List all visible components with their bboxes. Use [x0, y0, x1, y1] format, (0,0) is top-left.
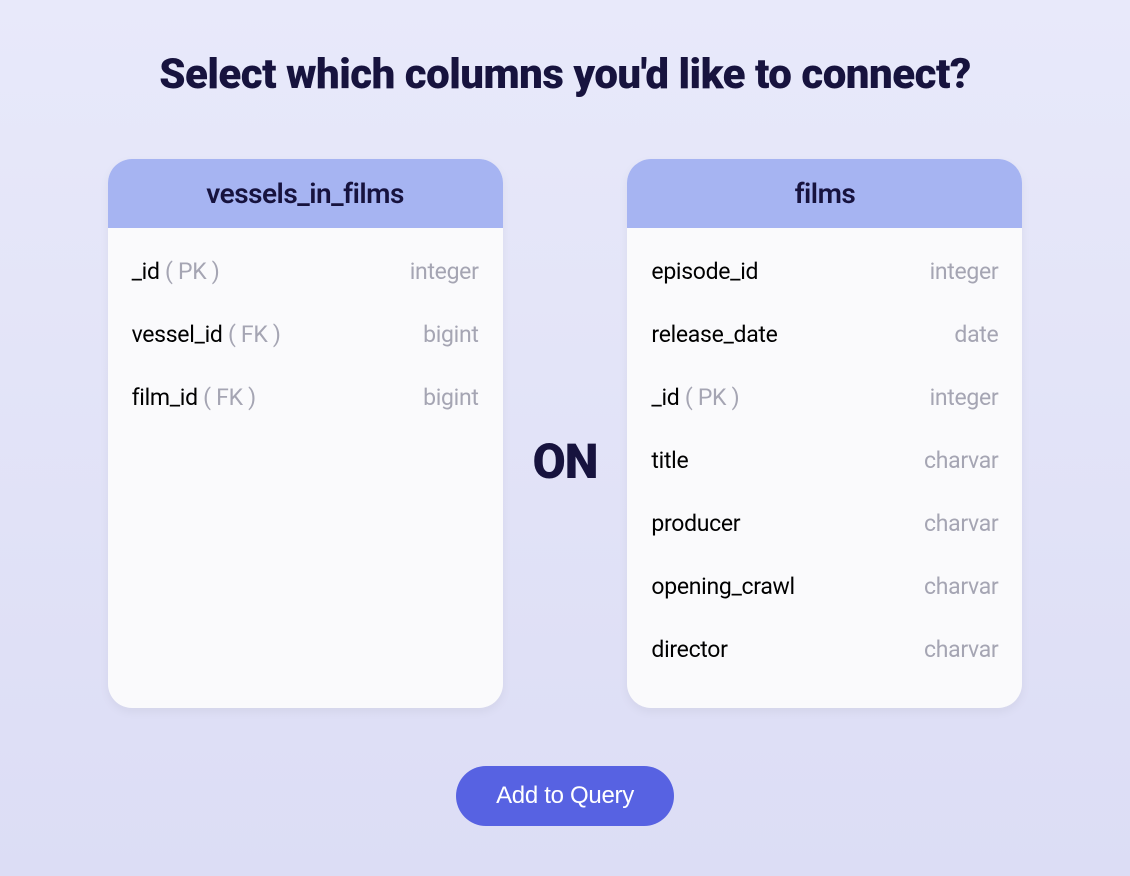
cards-container: vessels_in_films _id ( PK ) integer vessel…	[40, 159, 1090, 708]
column-key-label: ( PK )	[679, 384, 739, 411]
column-row[interactable]: release_date date	[651, 303, 998, 366]
right-table-body: episode_idintegerrelease_datedate_id ( P…	[627, 228, 1022, 708]
column-row[interactable]: vessel_id ( FK ) bigint	[132, 303, 479, 366]
column-name: _id ( PK )	[651, 384, 739, 411]
column-name: title	[651, 447, 688, 474]
column-type: charvar	[924, 636, 998, 663]
column-name-text: title	[651, 447, 688, 474]
column-row[interactable]: opening_crawl charvar	[651, 555, 998, 618]
column-key-label: ( FK )	[198, 384, 256, 411]
column-key-label: ( PK )	[160, 258, 220, 285]
column-name-text: director	[651, 636, 727, 663]
column-type: integer	[410, 258, 479, 285]
add-to-query-button[interactable]: Add to Query	[456, 766, 674, 826]
column-type: bigint	[423, 384, 478, 411]
column-name-text: film_id	[132, 384, 198, 411]
column-name-text: producer	[651, 510, 740, 537]
page-title: Select which columns you'd like to conne…	[159, 50, 971, 99]
column-name: director	[651, 636, 727, 663]
column-name: producer	[651, 510, 740, 537]
column-name-text: vessel_id	[132, 321, 223, 348]
column-type: bigint	[423, 321, 478, 348]
left-table-body: _id ( PK )integervessel_id ( FK )bigintf…	[108, 228, 503, 708]
column-type: date	[954, 321, 998, 348]
column-name-text: _id	[132, 258, 160, 285]
column-row[interactable]: film_id ( FK ) bigint	[132, 366, 479, 429]
column-type: charvar	[924, 510, 998, 537]
column-name: opening_crawl	[651, 573, 794, 600]
column-name-text: release_date	[651, 321, 777, 348]
column-name-text: opening_crawl	[651, 573, 794, 600]
column-row[interactable]: episode_id integer	[651, 240, 998, 303]
column-name: _id ( PK )	[132, 258, 220, 285]
column-type: charvar	[924, 573, 998, 600]
column-name: episode_id	[651, 258, 758, 285]
column-type: integer	[930, 258, 999, 285]
column-key-label: ( FK )	[223, 321, 281, 348]
column-name-text: episode_id	[651, 258, 758, 285]
column-type: charvar	[924, 447, 998, 474]
join-keyword: ON	[533, 433, 598, 490]
column-name: vessel_id ( FK )	[132, 321, 281, 348]
column-name-text: _id	[651, 384, 679, 411]
column-row[interactable]: producer charvar	[651, 492, 998, 555]
column-name: release_date	[651, 321, 777, 348]
column-type: integer	[930, 384, 999, 411]
column-row[interactable]: director charvar	[651, 618, 998, 681]
left-table-name: vessels_in_films	[108, 159, 503, 228]
column-row[interactable]: _id ( PK ) integer	[651, 366, 998, 429]
column-row[interactable]: title charvar	[651, 429, 998, 492]
column-row[interactable]: _id ( PK ) integer	[132, 240, 479, 303]
right-table-card: films episode_idintegerrelease_datedate_…	[627, 159, 1022, 708]
column-name: film_id ( FK )	[132, 384, 256, 411]
left-table-card: vessels_in_films _id ( PK ) integer vessel…	[108, 159, 503, 708]
right-table-name: films	[627, 159, 1022, 228]
